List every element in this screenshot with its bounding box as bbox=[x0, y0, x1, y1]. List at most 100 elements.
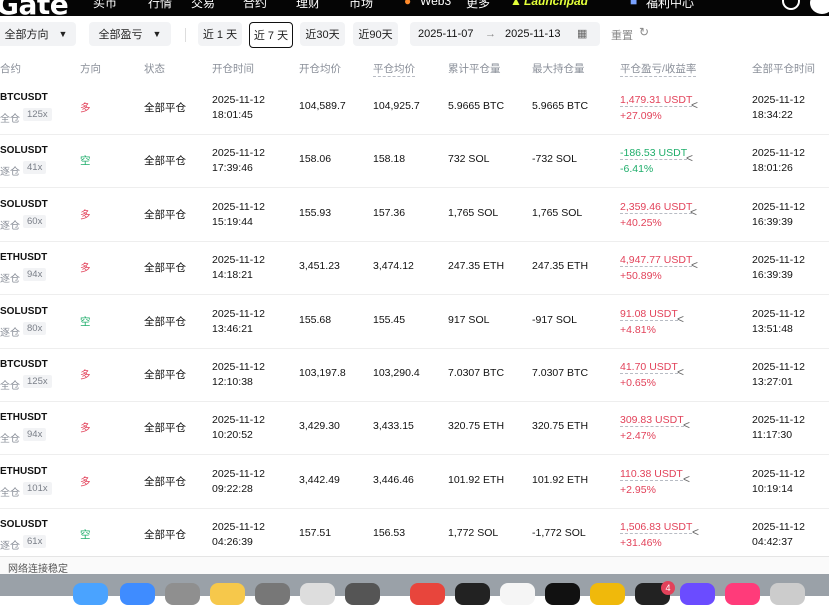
open-price: 158.06 bbox=[299, 153, 332, 166]
app-white-icon[interactable] bbox=[500, 583, 535, 605]
period-90d-button[interactable]: 近90天 bbox=[353, 22, 398, 46]
nav-buy-crypto[interactable]: 买币 bbox=[93, 0, 117, 11]
table-row[interactable]: SOLUSDT 逐仓 41x 空 全部平仓 2025-11-12 17:39:46 158.0… bbox=[0, 134, 829, 189]
share-icon[interactable]: < bbox=[691, 98, 698, 112]
start-date[interactable]: 2025-11-07 bbox=[418, 28, 473, 40]
open-price: 3,451.23 bbox=[299, 260, 340, 273]
status-label: 全部平仓 bbox=[144, 155, 186, 168]
settings-icon[interactable] bbox=[255, 583, 290, 605]
margin-mode: 全仓 bbox=[0, 114, 20, 125]
contract-symbol: ETHUSDT bbox=[0, 465, 48, 477]
nav-futures[interactable]: 合约 bbox=[243, 0, 267, 11]
refresh-icon[interactable]: ↻ bbox=[639, 25, 649, 39]
nav-markets[interactable]: 行情 bbox=[148, 0, 172, 11]
share-icon[interactable]: < bbox=[677, 365, 684, 379]
binance-icon[interactable] bbox=[590, 583, 625, 605]
leverage-badge: 94x bbox=[23, 428, 47, 442]
table-row[interactable]: SOLUSDT 逐仓 61x 空 全部平仓 2025-11-12 04:26:39 157.5… bbox=[0, 508, 829, 563]
close-time: 13:51:48 bbox=[752, 322, 793, 335]
close-price: 103,290.4 bbox=[373, 367, 420, 379]
nav-web3[interactable]: Web3 bbox=[420, 0, 451, 8]
direction-label: 空 bbox=[80, 315, 91, 328]
nav-launchpad[interactable]: Launchpad bbox=[524, 0, 588, 8]
direction-select[interactable]: 全部方向 ▼ bbox=[0, 22, 76, 46]
end-date[interactable]: 2025-11-13 bbox=[505, 28, 560, 40]
direction-label: 多 bbox=[80, 422, 91, 435]
share-icon[interactable]: < bbox=[692, 525, 699, 539]
notes-icon[interactable] bbox=[210, 583, 245, 605]
pnl-select[interactable]: 全部盈亏 ▼ bbox=[89, 22, 171, 46]
pnl-percent: +0.65% bbox=[620, 377, 656, 389]
macos-dock bbox=[0, 574, 829, 605]
table-row[interactable]: BTCUSDT 全仓 125x 多 全部平仓 2025-11-12 12:10:38 103,… bbox=[0, 348, 829, 402]
table-row[interactable]: ETHUSDT 全仓 94x 多 全部平仓 2025-11-12 10:20:52 3,429… bbox=[0, 401, 829, 456]
search-icon[interactable] bbox=[782, 0, 800, 10]
nav-earn[interactable]: 理财 bbox=[296, 0, 320, 11]
nav-trade[interactable]: 交易 bbox=[191, 0, 215, 11]
open-time: 18:01:45 bbox=[212, 109, 253, 121]
closed-quantity: 5.9665 BTC bbox=[448, 100, 505, 112]
share-icon[interactable]: < bbox=[686, 151, 693, 165]
direction-label: 空 bbox=[80, 529, 91, 542]
app-gray-icon[interactable] bbox=[770, 583, 805, 605]
app-red-icon[interactable] bbox=[410, 583, 445, 605]
divider bbox=[185, 28, 186, 42]
rocket-icon: ▲ bbox=[510, 0, 522, 8]
chrome-icon[interactable] bbox=[300, 583, 335, 605]
app-dark-icon[interactable] bbox=[455, 583, 490, 605]
closed-quantity: 917 SOL bbox=[448, 313, 490, 326]
pnl-percent: +40.25% bbox=[620, 216, 662, 229]
contract-symbol: SOLUSDT bbox=[0, 519, 48, 531]
close-time: 11:17:30 bbox=[752, 429, 793, 442]
table-row[interactable]: ETHUSDT 全仓 101x 多 全部平仓 2025-11-12 09:22:28 3,44… bbox=[0, 455, 829, 509]
table-row[interactable]: SOLUSDT 逐仓 80x 空 全部平仓 2025-11-12 13:46:21 155.6… bbox=[0, 295, 829, 349]
close-date: 2025-11-12 bbox=[752, 361, 805, 373]
direction-label: 多 bbox=[80, 475, 91, 488]
nav-welfare-center[interactable]: 福利中心 bbox=[646, 0, 694, 11]
filter-bar: 全部方向 ▼ 全部盈亏 ▼ 近 1 天 近 7 天 近30天 近90天 2025… bbox=[0, 18, 829, 50]
nav-more[interactable]: 更多 bbox=[466, 0, 490, 11]
open-date: 2025-11-12 bbox=[212, 361, 265, 373]
avatar[interactable] bbox=[810, 0, 829, 14]
table-row[interactable]: ETHUSDT 逐仓 94x 多 全部平仓 2025-11-12 14:18:21 3,451… bbox=[0, 241, 829, 296]
pnl-percent: +4.81% bbox=[620, 323, 656, 336]
period-1d-button[interactable]: 近 1 天 bbox=[198, 22, 242, 46]
app-pink-icon[interactable] bbox=[725, 583, 760, 605]
launchpad-icon[interactable] bbox=[165, 583, 200, 605]
max-position: 7.0307 BTC bbox=[532, 367, 589, 379]
share-icon[interactable]: < bbox=[683, 418, 690, 432]
share-icon[interactable]: < bbox=[683, 472, 690, 486]
date-range-picker[interactable]: 2025-11-07 → 2025-11-13 ▦ bbox=[410, 22, 600, 46]
reset-button[interactable]: 重置 bbox=[611, 27, 633, 43]
close-time: 18:34:22 bbox=[752, 109, 793, 121]
calendar-icon[interactable]: ▦ bbox=[577, 27, 587, 40]
arrow-right-icon: → bbox=[485, 28, 496, 40]
share-icon[interactable]: < bbox=[691, 258, 698, 272]
top-navigation: Gate 买币 行情 交易 合约 理财 市场 ● Web3 更多 ▲ Launc… bbox=[0, 0, 829, 16]
finder-icon[interactable] bbox=[73, 583, 108, 605]
share-icon[interactable]: < bbox=[690, 205, 697, 219]
max-position: 5.9665 BTC bbox=[532, 100, 589, 112]
margin-mode: 逐仓 bbox=[0, 327, 20, 339]
gate-logo[interactable]: Gate bbox=[0, 0, 69, 16]
table-row[interactable]: SOLUSDT 逐仓 60x 多 全部平仓 2025-11-12 15:19:44 155.9… bbox=[0, 188, 829, 242]
status-label: 全部平仓 bbox=[144, 262, 186, 275]
safari-icon[interactable] bbox=[120, 583, 155, 605]
share-icon[interactable]: < bbox=[677, 312, 684, 326]
max-position: 320.75 ETH bbox=[532, 420, 589, 433]
max-position: 1,765 SOL bbox=[532, 206, 583, 219]
open-time: 12:10:38 bbox=[212, 376, 253, 388]
col-open-time: 开仓时间 bbox=[212, 63, 254, 75]
nav-market[interactable]: 市场 bbox=[349, 0, 373, 11]
pnl-value: 4,947.77 USDT bbox=[620, 254, 693, 268]
period-30d-button[interactable]: 近30天 bbox=[300, 22, 345, 46]
status-bar: 网络连接稳定 bbox=[0, 556, 829, 575]
max-position: -917 SOL bbox=[532, 313, 577, 326]
status-label: 全部平仓 bbox=[144, 422, 186, 435]
margin-mode: 逐仓 bbox=[0, 220, 20, 232]
period-7d-button[interactable]: 近 7 天 bbox=[249, 22, 293, 48]
app-purple-icon[interactable] bbox=[680, 583, 715, 605]
table-row[interactable]: BTCUSDT 全仓 125x 多 全部平仓 2025-11-12 18:01:45 104,… bbox=[0, 81, 829, 135]
system-icon[interactable] bbox=[345, 583, 380, 605]
app-dark2-icon[interactable] bbox=[545, 583, 580, 605]
